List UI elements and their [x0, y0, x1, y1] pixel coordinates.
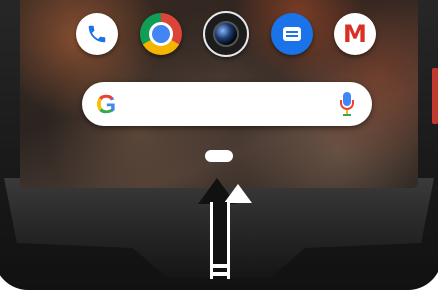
- phone-icon: [88, 25, 106, 43]
- home-gesture-pill[interactable]: [205, 150, 233, 162]
- home-screen: M G: [20, 0, 418, 188]
- side-key: [432, 68, 438, 124]
- dock: M: [76, 11, 376, 57]
- google-search-bar[interactable]: G: [82, 82, 372, 126]
- swipe-up-arrow-icon: [196, 178, 252, 279]
- google-g-icon: G: [96, 89, 117, 119]
- messages-icon: [282, 27, 301, 41]
- microphone-icon[interactable]: [340, 92, 354, 118]
- camera-app-icon[interactable]: [203, 11, 249, 57]
- messages-app-icon[interactable]: [270, 13, 313, 55]
- chrome-icon: [148, 22, 173, 46]
- chrome-app-icon[interactable]: [139, 13, 182, 55]
- phone-app-icon[interactable]: [76, 13, 118, 55]
- gmail-app-icon[interactable]: M: [334, 13, 376, 55]
- camera-icon: [213, 21, 239, 47]
- gmail-icon: M: [343, 20, 367, 48]
